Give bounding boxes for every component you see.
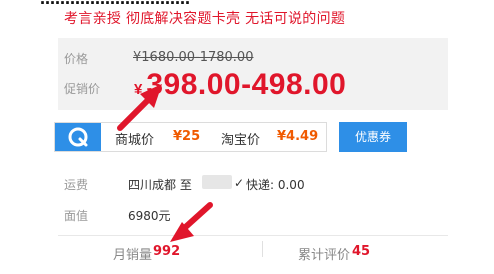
original-price: ¥1680.00-1780.00 bbox=[133, 50, 254, 65]
shipping-label: 运费 bbox=[64, 178, 89, 192]
monthly-sales-value: 992 bbox=[153, 244, 181, 259]
promo-price-value: 398.00-498.00 bbox=[146, 68, 347, 101]
chevron-down-icon[interactable]: ✓ bbox=[234, 176, 244, 190]
taobao-price-value: ¥4.49 bbox=[277, 129, 319, 144]
face-value-label: 面值 bbox=[64, 209, 89, 223]
search-q-icon[interactable] bbox=[55, 123, 101, 151]
price-label: 价格 bbox=[64, 52, 89, 66]
reviews-label[interactable]: 累计评价 bbox=[298, 244, 350, 263]
shipping-origin: 四川成都 至 bbox=[128, 178, 192, 192]
face-value: 6980元 bbox=[128, 209, 171, 223]
promo-currency: ¥ bbox=[134, 81, 143, 98]
stats-divider bbox=[58, 235, 448, 236]
arrow-to-monthly-sales bbox=[170, 202, 213, 242]
price-compare-box: 商城价 ¥25 淘宝价 ¥4.49 bbox=[54, 122, 327, 152]
top-banner-title: ………………………… bbox=[40, 0, 460, 7]
coupon-button[interactable]: 优惠券 bbox=[339, 122, 407, 152]
product-subtitle: 考言亲授 彻底解决容题卡壳 无话可说的问题 bbox=[64, 11, 346, 27]
stats-separator bbox=[262, 241, 263, 257]
monthly-sales-label: 月销量 bbox=[113, 248, 153, 263]
reviews-value[interactable]: 45 bbox=[352, 244, 370, 259]
destination-selector[interactable] bbox=[202, 175, 232, 189]
promo-price: ¥398.00-498.00 bbox=[134, 68, 346, 102]
promo-price-label: 促销价 bbox=[64, 82, 101, 96]
courier-fee: 快递: 0.00 bbox=[246, 178, 305, 192]
mall-price-value: ¥25 bbox=[173, 129, 201, 144]
taobao-price-label: 淘宝价 bbox=[221, 133, 261, 148]
mall-price-label: 商城价 bbox=[115, 133, 155, 148]
